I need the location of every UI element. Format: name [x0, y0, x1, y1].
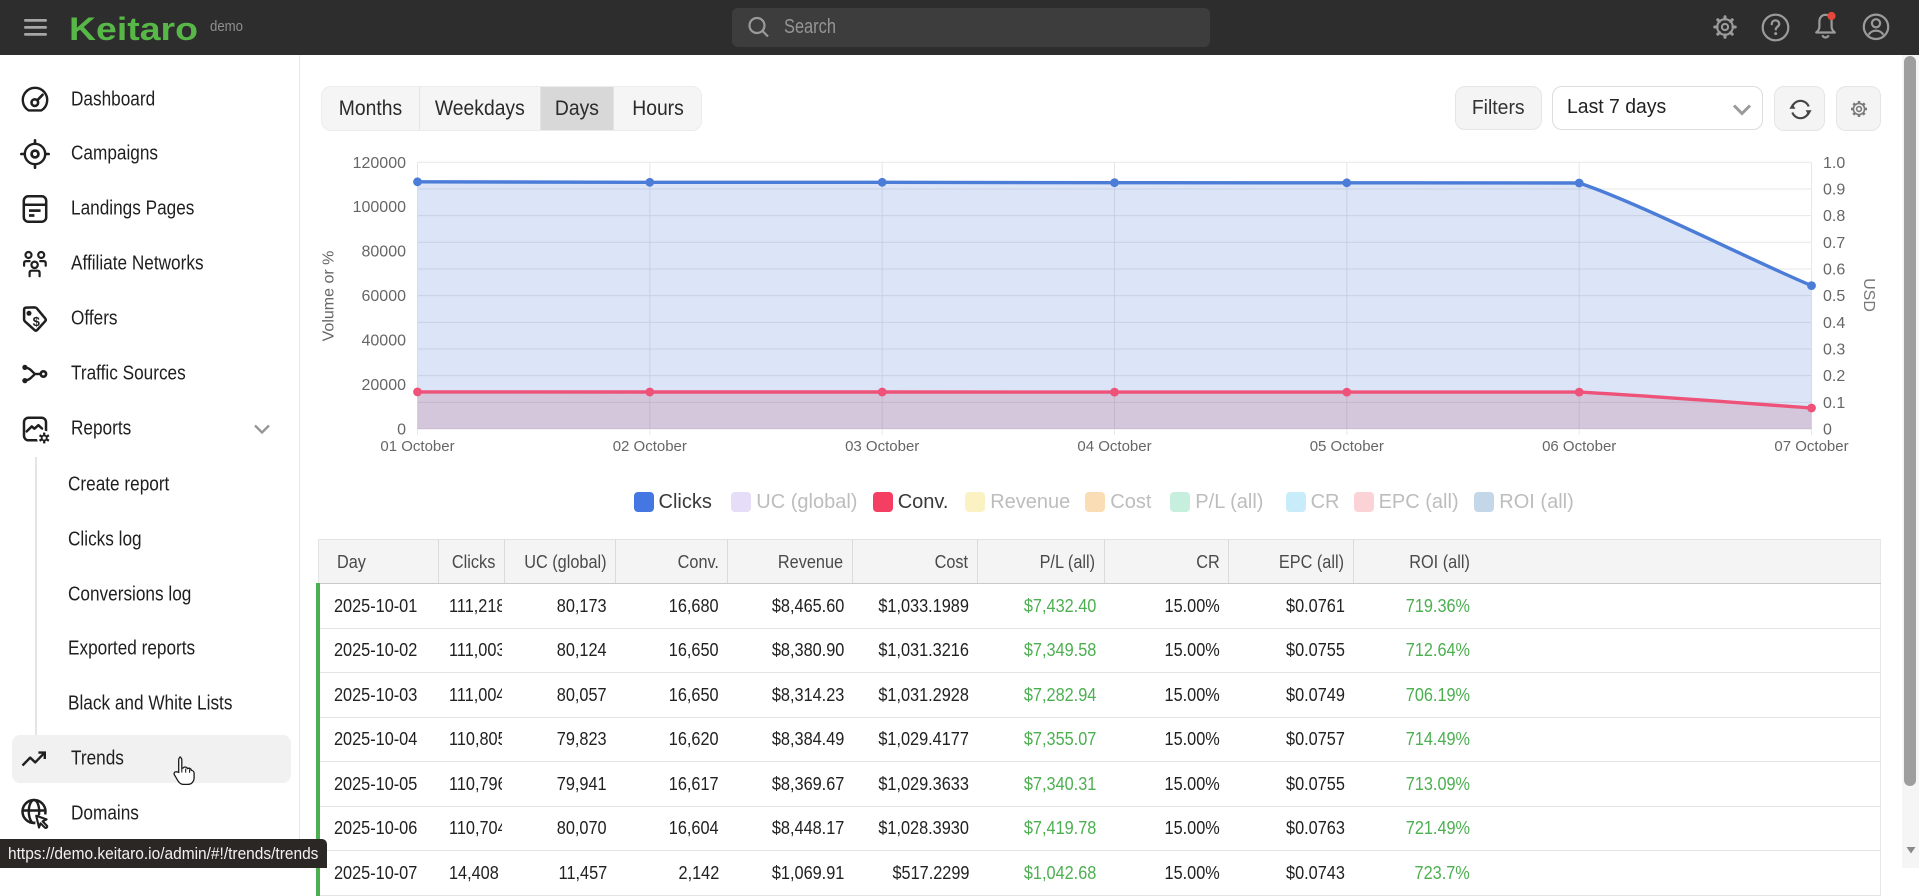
- svg-text:04 October: 04 October: [1077, 438, 1151, 455]
- svg-text:0.6: 0.6: [1823, 262, 1845, 279]
- svg-text:60000: 60000: [362, 288, 407, 305]
- svg-text:120000: 120000: [353, 155, 406, 172]
- svg-text:0.7: 0.7: [1823, 235, 1845, 252]
- svg-text:0.2: 0.2: [1823, 368, 1845, 385]
- svg-text:$: $: [33, 314, 41, 329]
- svg-text:100000: 100000: [353, 199, 406, 216]
- svg-text:80000: 80000: [362, 244, 407, 261]
- svg-text:03 October: 03 October: [845, 438, 919, 455]
- svg-text:02 October: 02 October: [613, 438, 687, 455]
- svg-text:0: 0: [1823, 422, 1832, 439]
- svg-text:0.5: 0.5: [1823, 288, 1845, 305]
- svg-text:07 October: 07 October: [1774, 438, 1848, 455]
- svg-text:0.3: 0.3: [1823, 342, 1845, 359]
- svg-text:1.0: 1.0: [1823, 155, 1845, 172]
- svg-text:0: 0: [397, 422, 406, 439]
- svg-text:01 October: 01 October: [380, 438, 454, 455]
- svg-text:20000: 20000: [362, 377, 407, 394]
- svg-text:0.4: 0.4: [1823, 315, 1845, 332]
- svg-text:05 October: 05 October: [1310, 438, 1384, 455]
- svg-text:06 October: 06 October: [1542, 438, 1616, 455]
- svg-text:Volume or %: Volume or %: [321, 251, 338, 342]
- svg-text:40000: 40000: [362, 333, 407, 350]
- svg-text:0.9: 0.9: [1823, 182, 1845, 199]
- svg-text:0.8: 0.8: [1823, 208, 1845, 225]
- svg-text:0.1: 0.1: [1823, 395, 1845, 412]
- svg-text:USD: USD: [1860, 278, 1877, 312]
